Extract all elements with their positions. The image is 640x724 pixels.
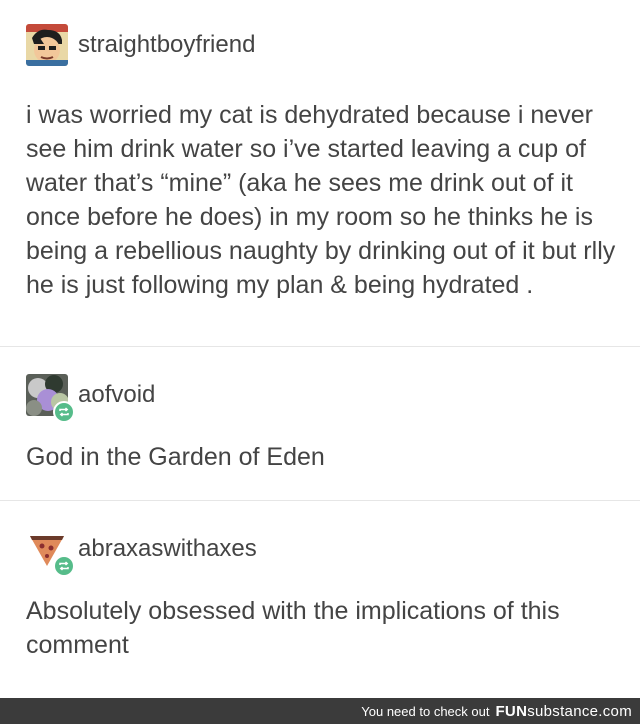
username[interactable]: abraxaswithaxes: [78, 537, 257, 561]
post-aofvoid: aofvoid God in the Garden of Eden: [0, 348, 640, 501]
reblog-icon: [53, 401, 75, 423]
post-header: abraxaswithaxes: [26, 528, 257, 577]
post-text: Absolutely obsessed with the implication…: [26, 597, 560, 659]
watermark-message: You need to check out: [361, 703, 490, 719]
post-straightboyfriend: straightboyfriend i was worried my cat i…: [0, 0, 640, 347]
avatar-cartoon-icon: [26, 24, 68, 66]
avatar[interactable]: [26, 528, 75, 577]
watermark-brand[interactable]: FUNsubstance.com: [495, 703, 632, 720]
watermark-bar: You need to check out FUNsubstance.com: [0, 698, 640, 724]
post-header: aofvoid: [26, 374, 155, 423]
username[interactable]: aofvoid: [78, 383, 155, 407]
reblog-icon: [53, 555, 75, 577]
brand-prefix: FUN: [495, 702, 528, 720]
post-text: God in the Garden of Eden: [26, 443, 325, 471]
post-abraxaswithaxes: abraxaswithaxes Absolutely obsessed with…: [0, 502, 640, 692]
avatar[interactable]: [26, 24, 68, 66]
post-text: i was worried my cat is dehydrated becau…: [26, 101, 616, 299]
brand-suffix: substance.com: [527, 702, 632, 720]
avatar[interactable]: [26, 374, 75, 423]
post-header: straightboyfriend: [26, 24, 255, 66]
username[interactable]: straightboyfriend: [78, 33, 255, 57]
